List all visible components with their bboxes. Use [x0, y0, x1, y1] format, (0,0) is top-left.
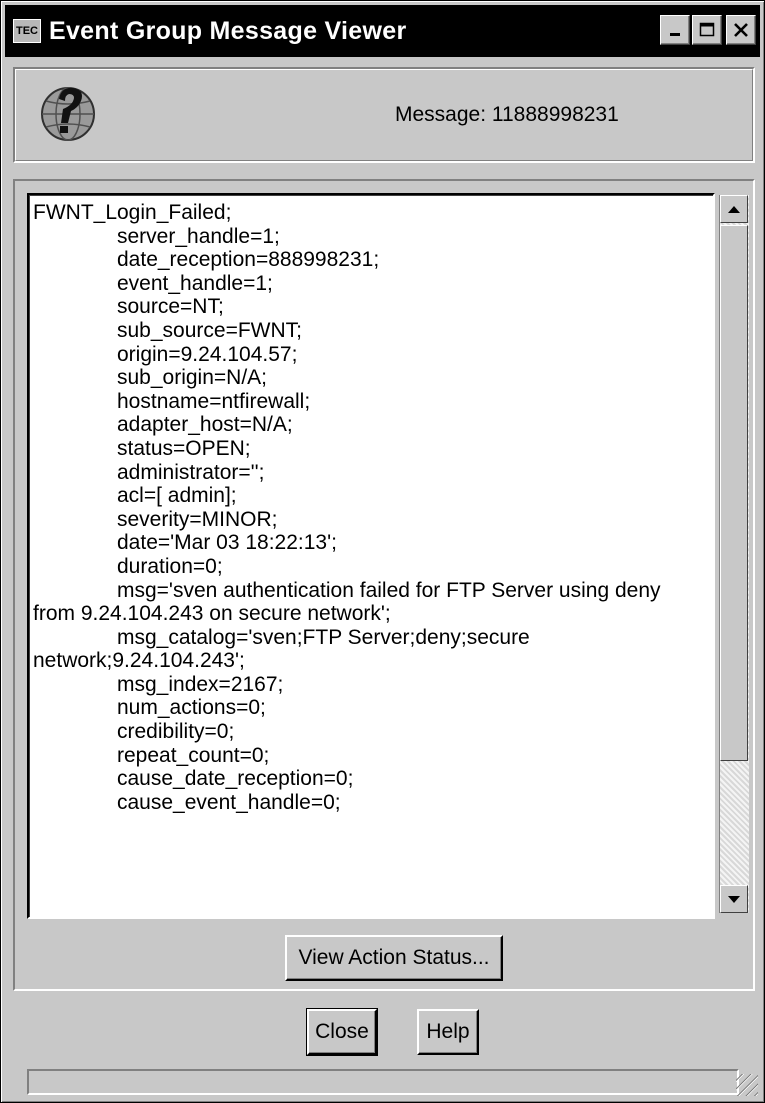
message-line: sub_source=FWNT;	[117, 318, 302, 342]
tec-app-icon[interactable]: TEC	[13, 19, 41, 43]
scroll-down-button[interactable]	[720, 885, 748, 913]
message-line: msg='sven authentication failed for FTP …	[117, 578, 661, 602]
window-title: Event Group Message Viewer	[49, 16, 407, 45]
message-line: source=NT;	[117, 295, 224, 319]
message-line: event_handle=1;	[117, 271, 273, 295]
minimize-button[interactable]	[660, 15, 690, 45]
scrollbar-thumb[interactable]	[720, 225, 748, 761]
close-button[interactable]: Close	[306, 1008, 378, 1056]
scroll-up-button[interactable]	[720, 195, 748, 223]
view-action-status-button[interactable]: View Action Status...	[285, 935, 503, 981]
message-line: status=OPEN;	[117, 436, 251, 460]
resize-grip-icon[interactable]	[736, 1074, 758, 1096]
arrow-up-icon	[728, 205, 740, 213]
message-line: repeat_count=0;	[117, 743, 270, 767]
maximize-icon	[699, 22, 715, 37]
message-id-label: Message: 11888998231	[395, 103, 619, 126]
arrow-down-icon	[728, 895, 740, 903]
message-line: msg_catalog='sven;FTP Server;deny;secure	[117, 625, 530, 649]
message-line: credibility=0;	[117, 720, 235, 744]
message-line: sub_origin=N/A;	[117, 366, 268, 390]
message-line: msg_index=2167;	[117, 672, 284, 696]
maximize-button[interactable]	[692, 15, 722, 45]
close-icon	[734, 23, 748, 37]
event-group-message-viewer-window: TEC Event Group Message Viewer Message: …	[0, 0, 765, 1103]
message-line: date='Mar 03 18:22:13';	[117, 531, 337, 555]
message-header-panel: Message: 11888998231	[13, 67, 755, 163]
vertical-scrollbar[interactable]	[719, 195, 749, 913]
window-controls	[660, 15, 756, 45]
message-line: FWNT_Login_Failed;	[33, 201, 232, 224]
message-line: from 9.24.104.243 on secure network';	[33, 602, 391, 626]
status-bar	[27, 1069, 739, 1095]
message-line: origin=9.24.104.57;	[117, 342, 298, 366]
message-line: server_handle=1;	[117, 224, 280, 248]
message-line: num_actions=0;	[117, 696, 266, 720]
message-line: cause_date_reception=0;	[117, 767, 354, 791]
help-globe-icon	[41, 87, 95, 141]
message-line: acl=[ admin];	[117, 484, 237, 508]
message-line: administrator='';	[117, 460, 265, 484]
minimize-icon	[670, 33, 680, 36]
message-line: adapter_host=N/A;	[117, 413, 293, 437]
message-line: cause_event_handle=0;	[117, 790, 341, 814]
message-line: severity=MINOR;	[117, 507, 278, 531]
message-text-area[interactable]: FWNT_Login_Failed; server_handle=1; date_r…	[27, 193, 715, 919]
title-bar[interactable]: TEC Event Group Message Viewer	[5, 5, 760, 57]
help-button[interactable]: Help	[417, 1009, 479, 1055]
message-line: hostname=ntfirewall;	[117, 389, 311, 413]
message-line: duration=0;	[117, 554, 223, 578]
message-line: date_reception=888998231;	[117, 248, 380, 272]
message-text-lines: FWNT_Login_Failed; server_handle=1; date_r…	[29, 195, 713, 814]
close-window-button[interactable]	[726, 15, 756, 45]
message-line: network;9.24.104.243';	[33, 649, 245, 673]
